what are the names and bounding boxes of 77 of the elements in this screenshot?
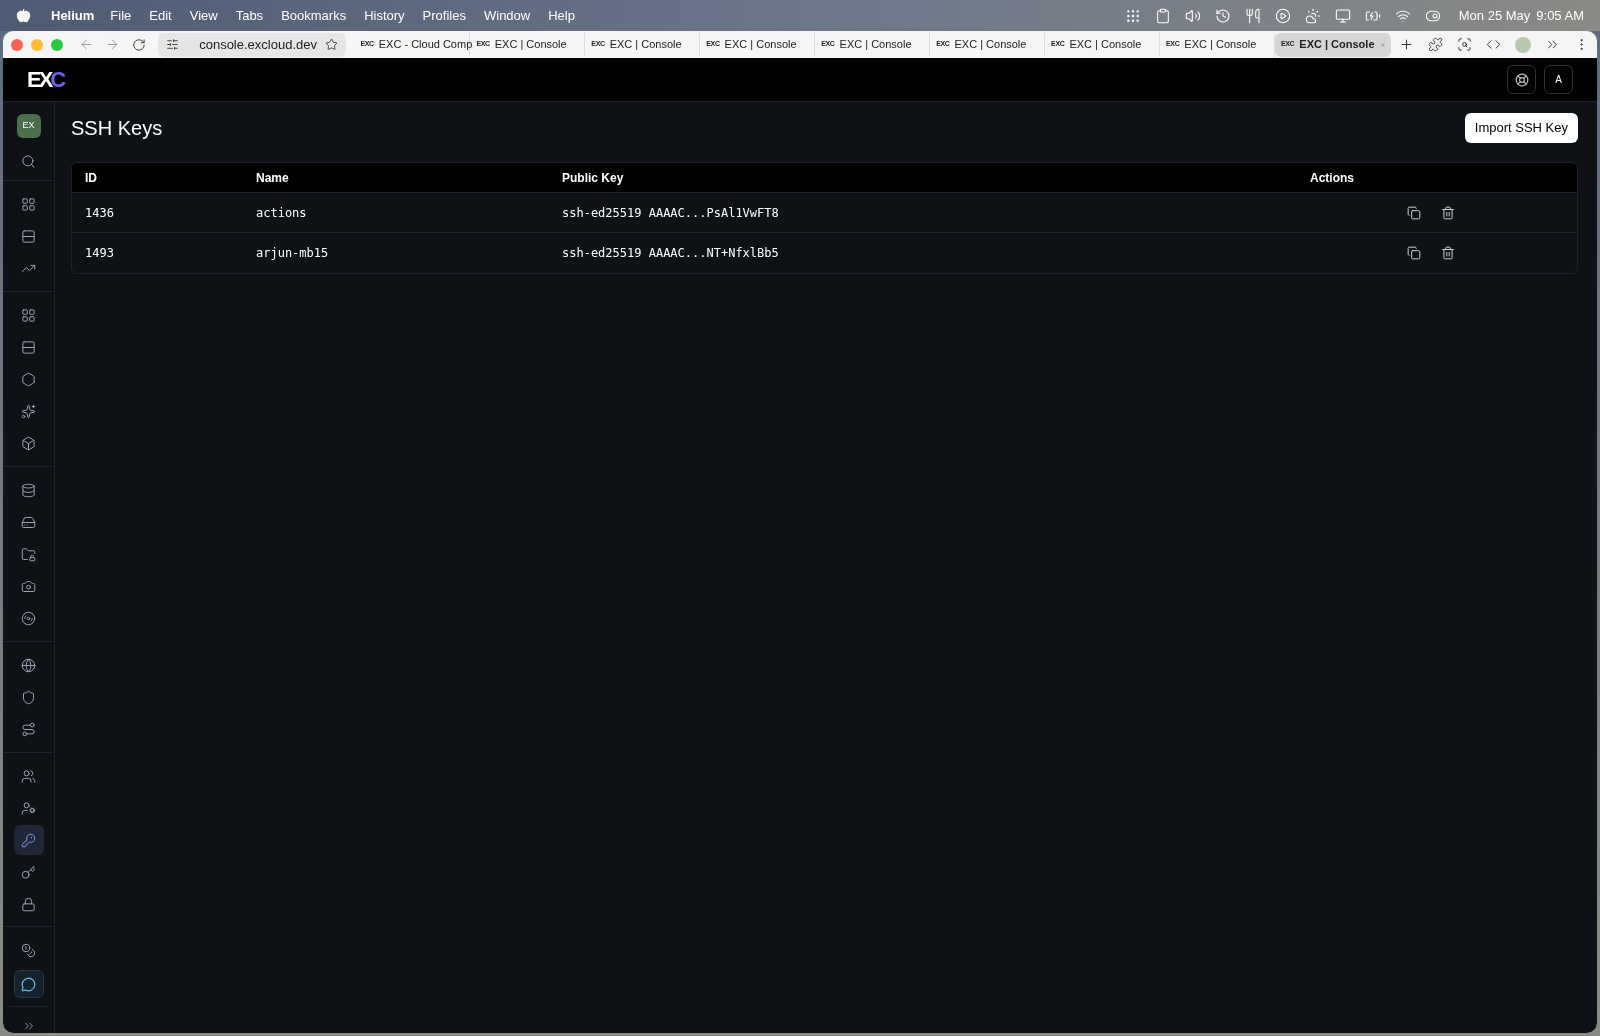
import-ssh-key-button[interactable]: Import SSH Key (1464, 113, 1578, 143)
help-button[interactable] (1507, 65, 1536, 94)
search-icon[interactable] (21, 154, 36, 169)
column-header: Name (255, 169, 290, 187)
menu-item[interactable]: Edit (149, 5, 172, 26)
menu-bar-time: 9:05 AM (1536, 6, 1584, 25)
menu-item[interactable]: Profiles (422, 5, 466, 26)
shield-icon (21, 689, 36, 705)
puzzle-icon[interactable] (1427, 37, 1443, 52)
page-title: SSH Keys (71, 116, 163, 141)
play-icon[interactable] (1274, 7, 1291, 24)
server-icon (21, 228, 36, 244)
sidebar-item[interactable] (13, 825, 44, 855)
display-icon[interactable] (1334, 7, 1351, 24)
lock-icon (21, 896, 36, 912)
table-cell-text: 1436 (84, 204, 115, 222)
drive-icon (21, 514, 36, 530)
new-tab-icon[interactable] (1398, 37, 1414, 52)
cube-icon (21, 435, 36, 451)
weather-icon[interactable] (1304, 7, 1321, 24)
code-icon[interactable] (1485, 37, 1501, 52)
sparkles-icon (21, 403, 36, 419)
column-header: ID (84, 169, 98, 187)
trash-icon[interactable] (1441, 205, 1455, 220)
server-icon (21, 339, 36, 355)
clipboard-icon[interactable] (1154, 7, 1171, 24)
menu-item[interactable]: Help (548, 5, 575, 26)
key-icon (21, 864, 36, 880)
grid-icon (21, 307, 36, 323)
hexagon-icon (21, 371, 36, 387)
table-cell-text: 1493 (84, 245, 115, 262)
table-cell-text: actions (255, 204, 308, 222)
address-bar[interactable]: console.excloud.dev (158, 32, 347, 57)
chat-icon (21, 976, 36, 992)
volume-icon[interactable] (1184, 7, 1201, 24)
menu-item[interactable]: History (364, 5, 405, 26)
copy-icon[interactable] (1407, 205, 1421, 220)
lifebuoy-icon (1514, 72, 1529, 87)
workspace-badge[interactable]: EX (16, 114, 41, 138)
trash-icon[interactable] (1441, 246, 1455, 260)
database-icon (21, 482, 36, 498)
key-icon (21, 832, 36, 848)
globe-icon (21, 657, 36, 673)
users-icon (21, 768, 36, 784)
star-icon (325, 38, 339, 51)
copy-icon[interactable] (1407, 246, 1421, 260)
chat-button[interactable] (13, 970, 44, 998)
menu-item[interactable]: Window (483, 5, 531, 26)
disc-icon (21, 610, 36, 626)
menu-item[interactable]: File (110, 5, 132, 26)
menu-item[interactable]: View (189, 5, 218, 26)
grid-icon[interactable] (1124, 7, 1141, 24)
clock-icon[interactable] (1214, 7, 1231, 24)
inspect-icon[interactable] (1456, 37, 1472, 52)
table-cell-text: ssh-ed25519 AAAAC...NT+NfxlBb5 (561, 245, 780, 262)
coins-icon[interactable] (21, 943, 36, 958)
table-cell-text: ssh-ed25519 AAAAC...PsAl1VwFT8 (561, 204, 780, 222)
route-icon (21, 721, 36, 737)
column-header: Public Key (561, 169, 625, 187)
avatar-button[interactable]: A (1544, 65, 1573, 94)
utensils-icon[interactable] (1244, 7, 1261, 24)
grid-icon (21, 196, 36, 212)
folder-icon (21, 546, 36, 562)
apple-icon (16, 8, 31, 23)
user-icon (21, 800, 36, 816)
table-cell-text: arjun-mb15 (255, 245, 330, 262)
site-settings-icon (166, 38, 180, 51)
column-header: Actions (1309, 169, 1355, 187)
menu-bar-date: Mon 25 May (1458, 6, 1531, 25)
reload-icon[interactable] (132, 37, 147, 52)
menu-item[interactable]: Tabs (235, 5, 264, 26)
close-window-button[interactable] (11, 38, 23, 51)
app-menu[interactable]: Helium (51, 5, 95, 26)
menu-item[interactable]: Bookmarks (281, 5, 347, 26)
logo[interactable]: EXC (27, 63, 64, 96)
back-icon[interactable] (78, 37, 94, 52)
camera-icon (21, 578, 36, 594)
